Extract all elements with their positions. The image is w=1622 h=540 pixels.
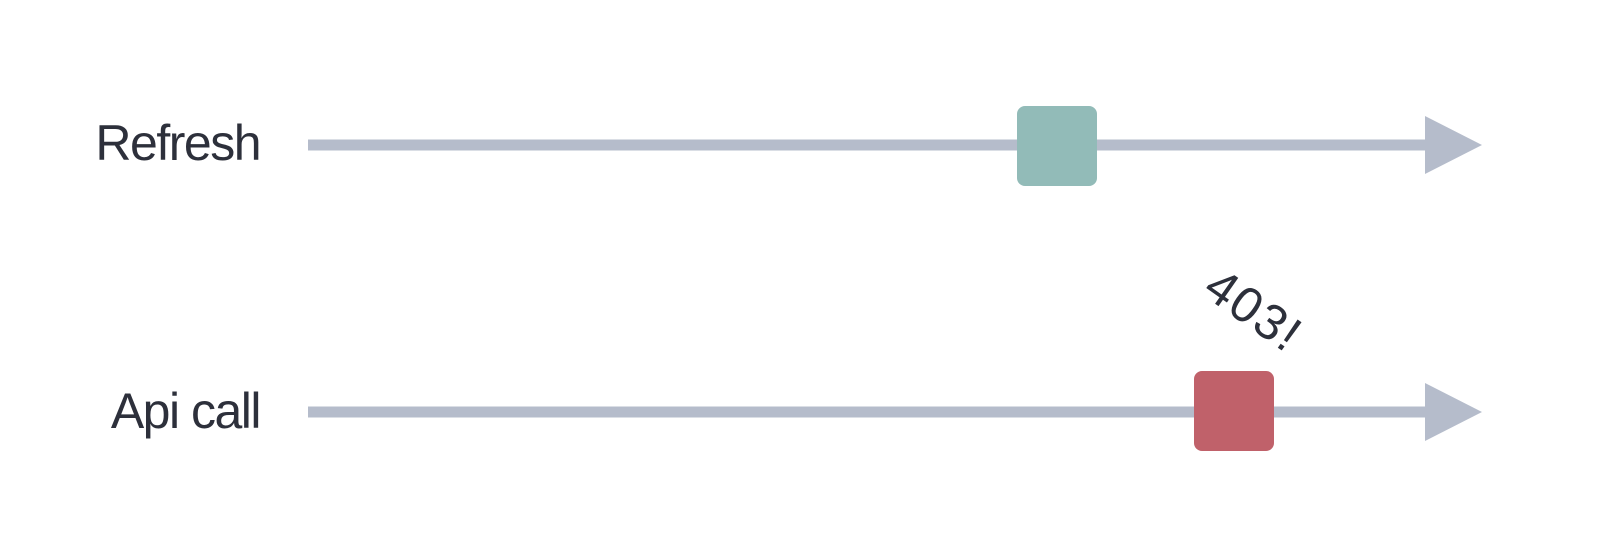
timeline-diagram: Refresh Api call 403! (95, 106, 1482, 451)
lane-api-call: Api call 403! (111, 257, 1482, 451)
error-annotation: 403! (1195, 257, 1313, 363)
lane-label-api-call: Api call (111, 383, 260, 439)
arrowhead-api-call (1425, 383, 1482, 441)
lane-label-refresh: Refresh (95, 115, 260, 171)
api-call-event-marker (1194, 371, 1274, 451)
refresh-event-marker (1017, 106, 1097, 186)
lane-refresh: Refresh (95, 106, 1482, 186)
arrowhead-refresh (1425, 116, 1482, 174)
